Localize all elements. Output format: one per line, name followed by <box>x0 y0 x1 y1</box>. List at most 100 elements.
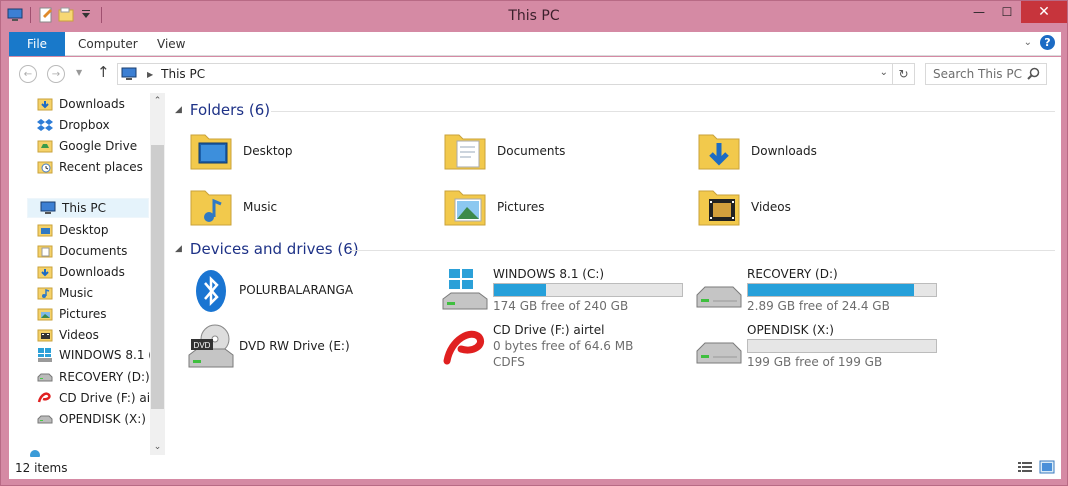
nav-item-dropbox[interactable]: Dropbox <box>37 115 151 135</box>
scroll-down-icon[interactable]: ⌄ <box>150 439 165 455</box>
documents-folder-icon <box>444 134 486 170</box>
back-button[interactable]: ← <box>19 65 37 83</box>
scroll-up-icon[interactable]: ⌃ <box>150 93 165 109</box>
group-divider <box>271 111 1055 112</box>
nav-item-music[interactable]: Music <box>37 283 151 303</box>
nav-item-label: Downloads <box>59 265 125 279</box>
folder-label: Music <box>243 200 278 214</box>
search-icon[interactable] <box>1027 67 1040 83</box>
folder-music[interactable]: Music <box>187 183 277 231</box>
collapse-chevron-icon[interactable]: ◢ <box>175 105 182 115</box>
folder-pictures[interactable]: Pictures <box>441 183 545 231</box>
nav-item-desktop[interactable]: Desktop <box>37 220 151 240</box>
drive-cd-f[interactable]: CD Drive (F:) airtel 0 bytes free of 64.… <box>441 323 691 373</box>
nav-item-pictures[interactable]: Pictures <box>37 304 151 324</box>
up-button[interactable]: ↑ <box>97 63 110 81</box>
folder-label: Pictures <box>497 200 545 214</box>
explorer-window: This PC — ☐ ✕ File Computer View ⌄ ? ← →… <box>0 0 1068 486</box>
address-dropdown-icon[interactable]: ⌄ <box>880 67 888 78</box>
nav-item-downloads[interactable]: Downloads <box>37 262 151 282</box>
drive-windows-c[interactable]: WINDOWS 8.1 (C:) 174 GB free of 240 GB <box>441 267 691 317</box>
nav-item-windows-drive[interactable]: WINDOWS 8.1 (C <box>37 345 151 365</box>
videos-folder-icon <box>37 327 53 343</box>
nav-item-videos[interactable]: Videos <box>37 325 151 345</box>
folder-label: Downloads <box>751 144 817 158</box>
toolbar-separator <box>30 7 31 23</box>
network-icon[interactable] <box>29 449 41 457</box>
large-icons-view-icon[interactable] <box>1039 460 1055 474</box>
folder-label: Documents <box>497 144 566 158</box>
quick-access-toolbar <box>7 7 105 23</box>
nav-item-documents[interactable]: Documents <box>37 241 151 261</box>
address-bar[interactable]: ▶ This PC ⌄ ↻ <box>117 63 915 85</box>
new-folder-icon[interactable] <box>58 7 74 23</box>
close-button[interactable]: ✕ <box>1021 1 1067 23</box>
nav-item-label: Google Drive <box>59 139 138 153</box>
nav-item-cd-drive[interactable]: CD Drive (F:) airte <box>37 388 151 408</box>
device-bluetooth[interactable]: POLURBALARANGA <box>187 267 427 317</box>
breadcrumb-separator-icon[interactable]: ▶ <box>147 70 153 79</box>
properties-icon[interactable] <box>38 7 54 23</box>
navigation-pane: Downloads Dropbox Google Drive Recent pl… <box>9 91 165 457</box>
drive-name: WINDOWS 8.1 (C:) <box>493 267 605 281</box>
folder-downloads[interactable]: Downloads <box>695 127 817 175</box>
refresh-button[interactable]: ↻ <box>892 64 914 84</box>
nav-item-recovery-drive[interactable]: RECOVERY (D:) <box>37 367 151 387</box>
drive-dvd-e[interactable]: DVD DVD RW Drive (E:) <box>187 323 427 373</box>
nav-item-this-pc[interactable]: This PC <box>27 198 149 218</box>
nav-item-label: Dropbox <box>59 118 110 132</box>
navigation-scrollbar[interactable]: ⌃ ⌄ <box>150 93 165 455</box>
folder-label: Desktop <box>243 144 293 158</box>
search-box[interactable] <box>925 63 1047 85</box>
customize-toolbar-icon[interactable] <box>78 7 94 23</box>
nav-item-label: Music <box>59 286 94 300</box>
nav-item-opendisk[interactable]: OPENDISK (X:) <box>37 409 151 429</box>
drive-name: CD Drive (F:) airtel <box>493 323 605 337</box>
dropbox-icon <box>37 117 53 133</box>
nav-item-label: Documents <box>59 244 128 258</box>
search-input[interactable] <box>933 67 1033 81</box>
tab-computer[interactable]: Computer <box>78 37 138 51</box>
hard-drive-icon <box>37 369 53 385</box>
folder-documents[interactable]: Documents <box>441 127 565 175</box>
help-icon[interactable]: ? <box>1040 35 1055 50</box>
scroll-thumb[interactable] <box>151 145 164 409</box>
downloads-folder-icon <box>37 96 53 112</box>
minimize-button[interactable]: — <box>965 1 993 23</box>
breadcrumb-this-pc[interactable]: This PC <box>161 67 205 81</box>
title-bar[interactable]: This PC — ☐ ✕ <box>1 1 1067 31</box>
devices-group-header[interactable]: ◢ Devices and drives (6) <box>175 240 359 258</box>
forward-button[interactable]: → <box>47 65 65 83</box>
windows-drive-icon <box>37 347 53 363</box>
details-view-icon[interactable] <box>1017 460 1033 474</box>
folder-label: Videos <box>751 200 791 214</box>
windows-drive-icon <box>442 269 488 310</box>
nav-item-recent-places[interactable]: Recent places <box>37 157 151 177</box>
nav-item-downloads-favorite[interactable]: Downloads <box>37 94 151 114</box>
drive-recovery-d[interactable]: RECOVERY (D:) 2.89 GB free of 24.4 GB <box>695 267 945 317</box>
folders-group-header[interactable]: ◢ Folders (6) <box>175 101 270 119</box>
window-title: This PC <box>508 8 560 24</box>
airtel-cd-icon <box>443 330 484 365</box>
drive-free-space: 174 GB free of 240 GB <box>493 299 629 313</box>
device-name: POLURBALARANGA <box>239 283 354 297</box>
computer-icon[interactable] <box>7 7 23 23</box>
collapse-chevron-icon[interactable]: ◢ <box>175 244 182 254</box>
expand-ribbon-icon[interactable]: ⌄ <box>1024 37 1032 48</box>
hard-drive-icon <box>696 342 742 364</box>
recent-locations-icon[interactable]: ▼ <box>76 68 82 77</box>
nav-item-google-drive[interactable]: Google Drive <box>37 136 151 156</box>
nav-item-label: RECOVERY (D:) <box>59 370 150 384</box>
videos-folder-icon <box>698 190 740 226</box>
nav-item-label: Downloads <box>59 97 125 111</box>
devices-group-title: Devices and drives (6) <box>189 240 359 258</box>
tab-view[interactable]: View <box>157 37 185 51</box>
maximize-button[interactable]: ☐ <box>993 1 1021 23</box>
navigation-bar: ← → ▼ ↑ ▶ This PC ⌄ ↻ <box>9 57 1061 91</box>
drive-name: OPENDISK (X:) <box>747 323 834 337</box>
drive-opendisk-x[interactable]: OPENDISK (X:) 199 GB free of 199 GB <box>695 323 945 373</box>
google-drive-folder-icon <box>37 138 53 154</box>
folder-videos[interactable]: Videos <box>695 183 791 231</box>
tab-file[interactable]: File <box>9 32 65 56</box>
folder-desktop[interactable]: Desktop <box>187 127 293 175</box>
